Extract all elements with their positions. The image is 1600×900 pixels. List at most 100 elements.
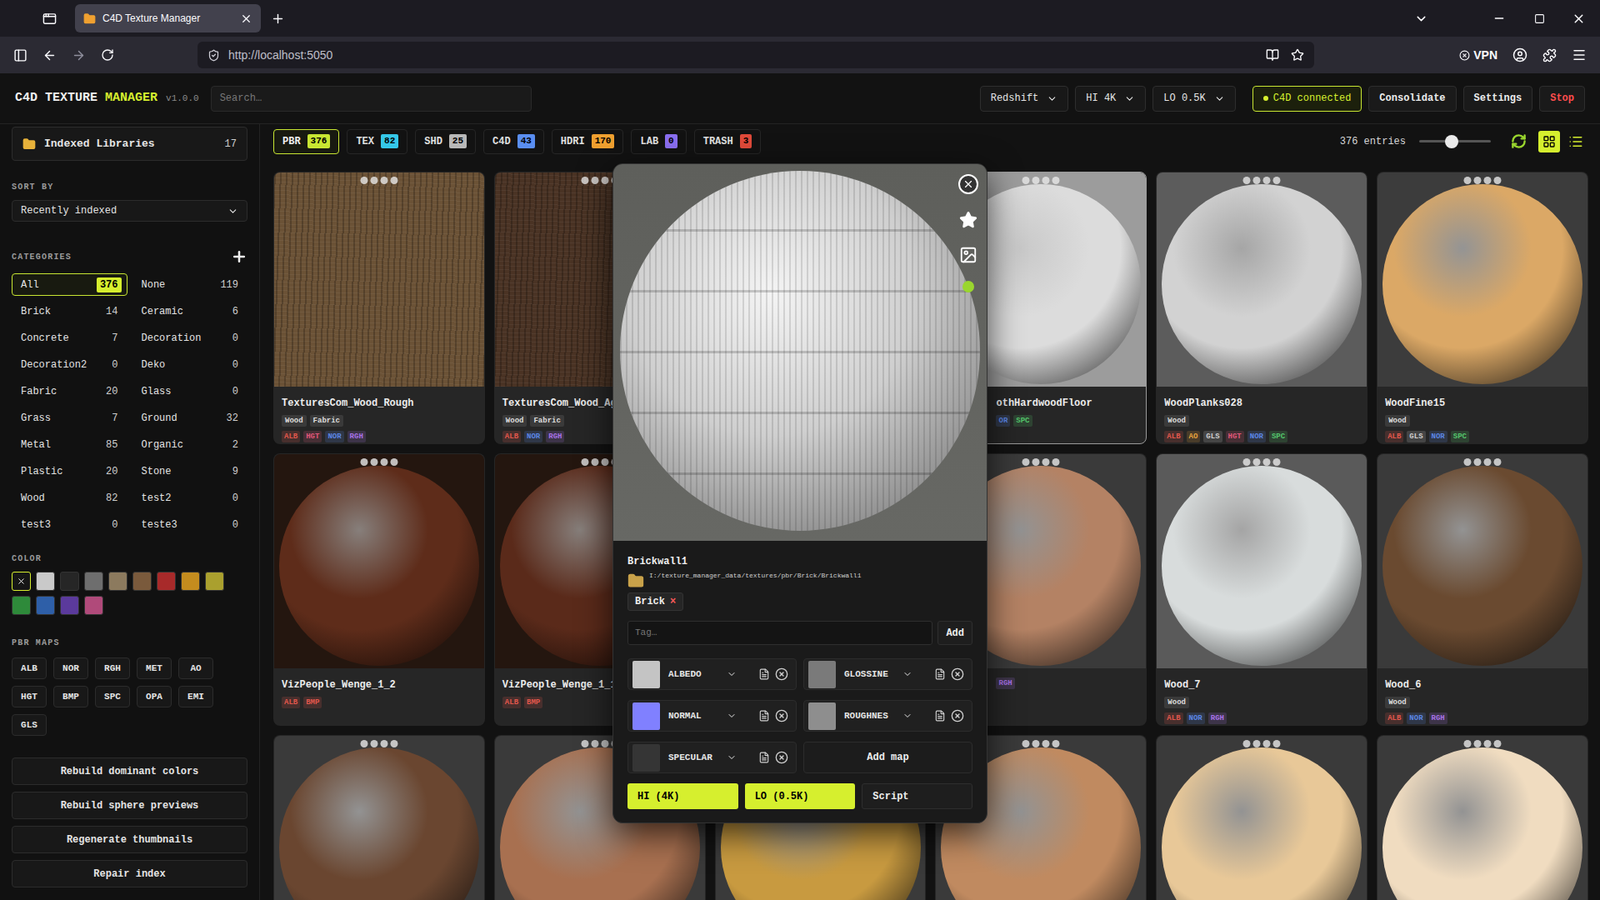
color-swatch[interactable] [11,595,31,615]
grid-view-button[interactable] [1538,130,1560,153]
remove-map-icon[interactable] [775,709,789,723]
texture-card[interactable] [273,735,485,900]
extensions-icon[interactable] [1542,48,1557,63]
map-filter-chip[interactable]: SPC [95,685,130,708]
library-tab[interactable]: LAB0 [630,129,686,155]
url-field[interactable]: http://localhost:5050 [197,41,1315,69]
maintenance-button[interactable]: Rebuild dominant colors [11,757,248,785]
add-map-button[interactable]: Add map [803,741,973,774]
menu-icon[interactable] [1571,47,1587,63]
close-window-icon[interactable] [1571,11,1586,26]
reader-icon[interactable] [1265,48,1280,62]
category-item[interactable]: Ground32 [132,406,249,430]
header-button[interactable]: Settings [1463,85,1534,112]
color-swatch[interactable] [132,571,152,591]
maintenance-button[interactable]: Regenerate thumbnails [11,825,248,854]
category-item[interactable]: teste30 [132,513,249,536]
remove-map-icon[interactable] [775,667,789,681]
library-tab[interactable]: TRASH3 [694,129,762,155]
thumbnail-size-slider[interactable] [1419,135,1491,149]
file-icon[interactable] [758,751,770,764]
bookmark-icon[interactable] [1290,48,1305,62]
refresh-icon[interactable] [1510,133,1527,150]
reload-icon[interactable] [100,48,115,62]
color-swatch[interactable] [60,595,80,615]
library-tab[interactable]: HDRI170 [551,129,625,155]
send-button[interactable]: LO (0.5K) [745,783,856,810]
library-tab[interactable]: TEX82 [346,129,408,155]
category-item[interactable]: Organic2 [132,433,249,456]
tag-input[interactable]: Tag… [627,620,933,645]
hi-resolution-select[interactable]: HI 4K [1075,85,1146,112]
category-item[interactable]: Concrete7 [11,326,128,350]
sort-select[interactable]: Recently indexed [11,200,248,222]
category-item[interactable]: Plastic20 [11,460,128,483]
lo-resolution-select[interactable]: LO 0.5K [1152,85,1235,112]
file-icon[interactable] [934,668,946,680]
library-tab[interactable]: C4D43 [483,129,545,155]
category-item[interactable]: Decoration0 [132,326,249,350]
close-tab-icon[interactable] [240,12,253,25]
category-item[interactable]: Ceramic6 [132,300,249,323]
color-swatch[interactable] [60,571,80,591]
map-type-select[interactable]: NORMAL [665,709,737,724]
category-item[interactable]: All376 [11,273,128,296]
map-type-select[interactable]: GLOSSINE [840,667,913,682]
map-filter-chip[interactable]: AO [178,657,214,680]
color-swatch[interactable] [35,595,55,615]
category-item[interactable]: None119 [132,273,249,296]
send-button[interactable]: HI (4K) [627,783,739,810]
category-item[interactable]: Deko0 [132,353,249,376]
map-type-select[interactable]: ALBEDO [665,667,737,682]
tab-list-icon[interactable] [1414,11,1429,26]
file-icon[interactable] [758,668,770,680]
category-item[interactable]: Wood82 [11,486,128,510]
tab-overview-button[interactable] [0,11,74,26]
header-button[interactable]: Stop [1539,85,1585,112]
map-filter-chip[interactable]: HGT [11,685,47,708]
map-filter-chip[interactable]: GLS [11,714,47,736]
category-item[interactable]: Metal85 [11,433,128,456]
color-swatch[interactable] [205,571,225,591]
texture-card[interactable]: VizPeople_Wenge_1_2ALBBMP [273,453,485,726]
texture-card[interactable]: Wood_7WoodALBNORRGH [1155,453,1368,726]
maintenance-button[interactable]: Repair index [11,860,248,888]
add-category-icon[interactable] [230,248,248,265]
map-type-select[interactable]: SPECULAR [665,750,737,765]
header-button[interactable]: Consolidate [1368,85,1456,112]
texture-card[interactable]: Wood_6WoodALBNORRGH [1376,453,1589,726]
library-tab[interactable]: PBR376 [273,129,340,155]
remove-map-icon[interactable] [775,750,789,765]
maximize-icon[interactable] [1534,13,1545,25]
maintenance-button[interactable]: Rebuild sphere previews [11,791,248,820]
minimize-icon[interactable] [1492,11,1506,25]
send-button[interactable]: Script [861,783,973,810]
forward-icon[interactable] [71,48,86,63]
map-type-select[interactable]: ROUGHNES [840,709,913,724]
remove-tag-button[interactable]: × [670,594,676,610]
sidebar-icon[interactable] [13,48,28,63]
browser-tab[interactable]: C4D Texture Manager [75,4,261,33]
search-field[interactable]: Search… [210,85,532,112]
texture-card[interactable]: WoodFine15WoodALBGLSNORSPC [1376,171,1589,445]
remove-map-icon[interactable] [950,667,965,681]
color-swatch[interactable] [11,571,31,591]
file-icon[interactable] [758,710,770,722]
map-filter-chip[interactable]: BMP [53,685,89,708]
texture-card[interactable] [1376,735,1589,900]
map-filter-chip[interactable]: ALB [11,657,47,680]
back-icon[interactable] [42,48,57,63]
color-swatch[interactable] [156,571,176,591]
remove-map-icon[interactable] [950,709,965,723]
color-swatch[interactable] [84,571,104,591]
engine-select[interactable]: Redshift [980,85,1070,112]
color-swatch[interactable] [180,571,200,591]
texture-card[interactable]: TexturesCom_Wood_RoughWoodFabricALBHGTNO… [273,171,485,445]
category-item[interactable]: Glass0 [132,380,249,403]
texture-card[interactable]: WoodPlanks028WoodALBAOGLSHGTNORSPC [1155,171,1368,445]
close-button[interactable] [958,174,979,195]
category-item[interactable]: Fabric20 [11,380,128,403]
account-icon[interactable] [1512,47,1528,63]
color-swatch[interactable] [84,595,104,615]
texture-card[interactable] [1155,735,1368,900]
